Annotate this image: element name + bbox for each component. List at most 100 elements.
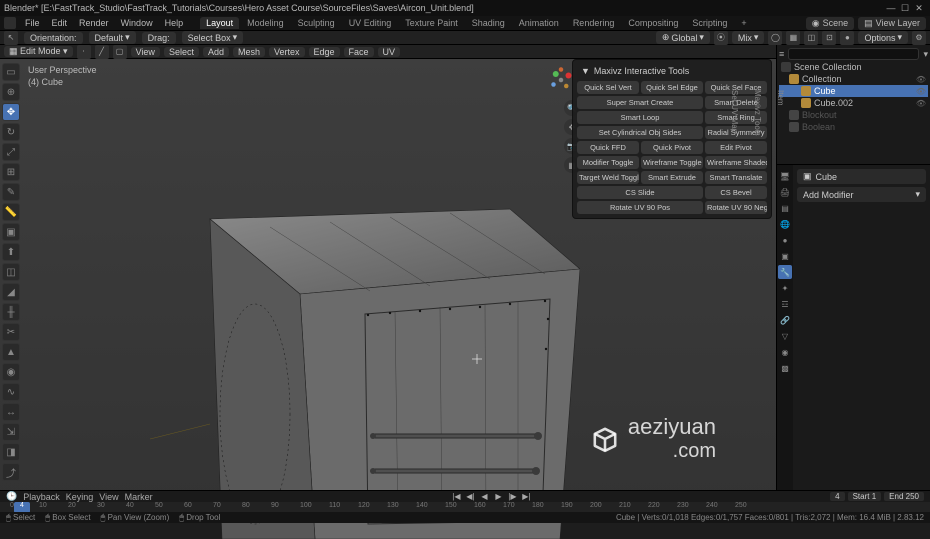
workspace-tab-add[interactable]: +: [735, 17, 752, 29]
btn-cs-slide[interactable]: CS Slide: [577, 186, 703, 199]
proptab-object-icon[interactable]: ▣: [778, 249, 792, 263]
viewport-3d[interactable]: ▦ Edit Mode ▾ ⋅ ╱ ▢ View Select Add Mesh…: [0, 45, 776, 503]
timeline-menu-view[interactable]: View: [99, 492, 118, 502]
outliner-filter-icon[interactable]: ▾: [923, 49, 928, 60]
proptab-constraint-icon[interactable]: 🔗: [778, 313, 792, 327]
drag-dropdown[interactable]: Select Box ▾: [182, 31, 244, 44]
menu-render[interactable]: Render: [76, 17, 112, 29]
uv-menu[interactable]: UV: [378, 47, 401, 57]
npanel-tab-maxivz[interactable]: Maxivz Tools: [753, 90, 762, 136]
outliner-scene-row[interactable]: Scene Collection: [779, 61, 928, 73]
play-rev-icon[interactable]: ◀: [478, 492, 490, 502]
maximize-icon[interactable]: ☐: [898, 1, 912, 15]
proptab-modifier-icon[interactable]: 🔧: [778, 265, 792, 279]
proptab-viewlayer-icon[interactable]: ▤: [778, 201, 792, 215]
orientation-dropdown[interactable]: Default ▾: [89, 31, 136, 44]
vertex-menu[interactable]: Vertex: [269, 47, 305, 57]
visibility-icon[interactable]: 👁: [916, 87, 926, 96]
proptab-render-icon[interactable]: 🖥: [778, 169, 792, 183]
outliner-type-icon[interactable]: ≡: [779, 49, 784, 59]
timeline-menu-playback[interactable]: Playback: [23, 492, 60, 502]
xray-toggle-icon[interactable]: ◫: [804, 31, 818, 45]
timeline-menu-marker[interactable]: Marker: [125, 492, 153, 502]
workspace-tab-texturepaint[interactable]: Texture Paint: [399, 17, 464, 29]
btn-edit-pivot[interactable]: Edit Pivot: [705, 141, 767, 154]
outliner-search-input[interactable]: [788, 48, 919, 60]
btn-quick-sel-edge[interactable]: Quick Sel Edge: [641, 81, 703, 94]
btn-smart-extrude[interactable]: Smart Extrude: [641, 171, 703, 184]
shading-wire-icon[interactable]: ⊡: [822, 31, 836, 45]
proptab-scene-icon[interactable]: 🌐: [778, 217, 792, 231]
workspace-tab-sculpting[interactable]: Sculpting: [292, 17, 341, 29]
npanel-tab-uvmap[interactable]: Set UV Map: [730, 90, 739, 136]
btn-quick-ffd[interactable]: Quick FFD: [577, 141, 639, 154]
btn-smart-translate[interactable]: Smart Translate: [705, 171, 767, 184]
edge-mode-icon[interactable]: ╱: [95, 45, 109, 59]
proptab-texture-icon[interactable]: ▩: [778, 361, 792, 375]
jump-end-icon[interactable]: ▶|: [520, 492, 532, 502]
menu-help[interactable]: Help: [162, 17, 187, 29]
close-icon[interactable]: ✕: [912, 1, 926, 15]
btn-rotate-uv-pos[interactable]: Rotate UV 90 Pos: [577, 201, 703, 214]
menu-edit[interactable]: Edit: [49, 17, 71, 29]
mix-dropdown[interactable]: Mix ▾: [732, 31, 765, 44]
shading-solid-icon[interactable]: ●: [840, 31, 854, 45]
btn-modifier-toggle[interactable]: Modifier Toggle: [577, 156, 639, 169]
mode-dropdown[interactable]: ▦ Edit Mode ▾: [4, 46, 73, 57]
outliner-item-cube002[interactable]: Cube.002👁: [779, 97, 928, 109]
add-modifier-dropdown[interactable]: Add Modifier▾: [797, 187, 926, 202]
workspace-tab-modeling[interactable]: Modeling: [241, 17, 290, 29]
face-menu[interactable]: Face: [344, 47, 374, 57]
workspace-tab-compositing[interactable]: Compositing: [622, 17, 684, 29]
proptab-material-icon[interactable]: ◉: [778, 345, 792, 359]
prev-key-icon[interactable]: ◀|: [464, 492, 476, 502]
mesh-menu[interactable]: Mesh: [233, 47, 265, 57]
outliner-coll-blockout[interactable]: Blockout: [779, 109, 928, 121]
timeline-menu-keying[interactable]: Keying: [66, 492, 94, 502]
workspace-tab-animation[interactable]: Animation: [513, 17, 565, 29]
btn-super-smart-create[interactable]: Super Smart Create: [577, 96, 703, 109]
add-menu[interactable]: Add: [203, 47, 229, 57]
outliner-coll-boolean[interactable]: Boolean: [779, 121, 928, 133]
npanel-tab-item[interactable]: Item: [776, 90, 785, 136]
outliner-collection-row[interactable]: Collection👁: [779, 73, 928, 85]
workspace-tab-uvediting[interactable]: UV Editing: [343, 17, 398, 29]
menu-file[interactable]: File: [22, 17, 43, 29]
scene-selector[interactable]: ◉Scene: [806, 17, 854, 30]
minimize-icon[interactable]: —: [884, 1, 898, 15]
cursor-tool-icon[interactable]: ↖: [4, 31, 18, 45]
start-frame-input[interactable]: Start 1: [848, 492, 882, 501]
next-key-icon[interactable]: |▶: [506, 492, 518, 502]
face-mode-icon[interactable]: ▢: [113, 45, 127, 59]
current-frame-input[interactable]: 4: [830, 492, 844, 501]
select-menu[interactable]: Select: [164, 47, 199, 57]
btn-cs-bevel[interactable]: CS Bevel: [705, 186, 767, 199]
play-fwd-icon[interactable]: ▶: [492, 492, 504, 502]
proportional-edit-icon[interactable]: ◯: [768, 31, 782, 45]
outliner-item-cube[interactable]: Cube👁: [779, 85, 928, 97]
timeline-icon[interactable]: 🕒: [6, 491, 17, 502]
btn-quick-sel-vert[interactable]: Quick Sel Vert: [577, 81, 639, 94]
edge-menu[interactable]: Edge: [309, 47, 340, 57]
blender-logo-icon[interactable]: [4, 17, 16, 29]
jump-start-icon[interactable]: |◀: [450, 492, 462, 502]
overlay-toggle-icon[interactable]: ▦: [786, 31, 800, 45]
end-frame-input[interactable]: End 250: [884, 492, 924, 501]
workspace-tab-rendering[interactable]: Rendering: [567, 17, 621, 29]
proptab-world-icon[interactable]: ●: [778, 233, 792, 247]
workspace-tab-layout[interactable]: Layout: [200, 17, 239, 29]
proptab-particle-icon[interactable]: ✦: [778, 281, 792, 295]
visibility-icon[interactable]: 👁: [916, 75, 926, 84]
snap-icon[interactable]: ⦿: [714, 31, 728, 45]
workspace-tab-shading[interactable]: Shading: [466, 17, 511, 29]
btn-rotate-uv-neg[interactable]: Rotate UV 90 Neg: [705, 201, 767, 214]
proptab-mesh-icon[interactable]: ▽: [778, 329, 792, 343]
btn-wireframe-shaded[interactable]: Wireframe Shaded Tog..: [705, 156, 767, 169]
proptab-output-icon[interactable]: 🖨: [778, 185, 792, 199]
menu-window[interactable]: Window: [118, 17, 156, 29]
timeline-ruler[interactable]: 4 01020304050607080901001101201301401501…: [0, 502, 930, 512]
global-orientation[interactable]: ⊕ Global ▾: [656, 31, 710, 44]
viewlayer-selector[interactable]: ▤View Layer: [858, 17, 926, 30]
view-menu[interactable]: View: [131, 47, 160, 57]
workspace-tab-scripting[interactable]: Scripting: [686, 17, 733, 29]
